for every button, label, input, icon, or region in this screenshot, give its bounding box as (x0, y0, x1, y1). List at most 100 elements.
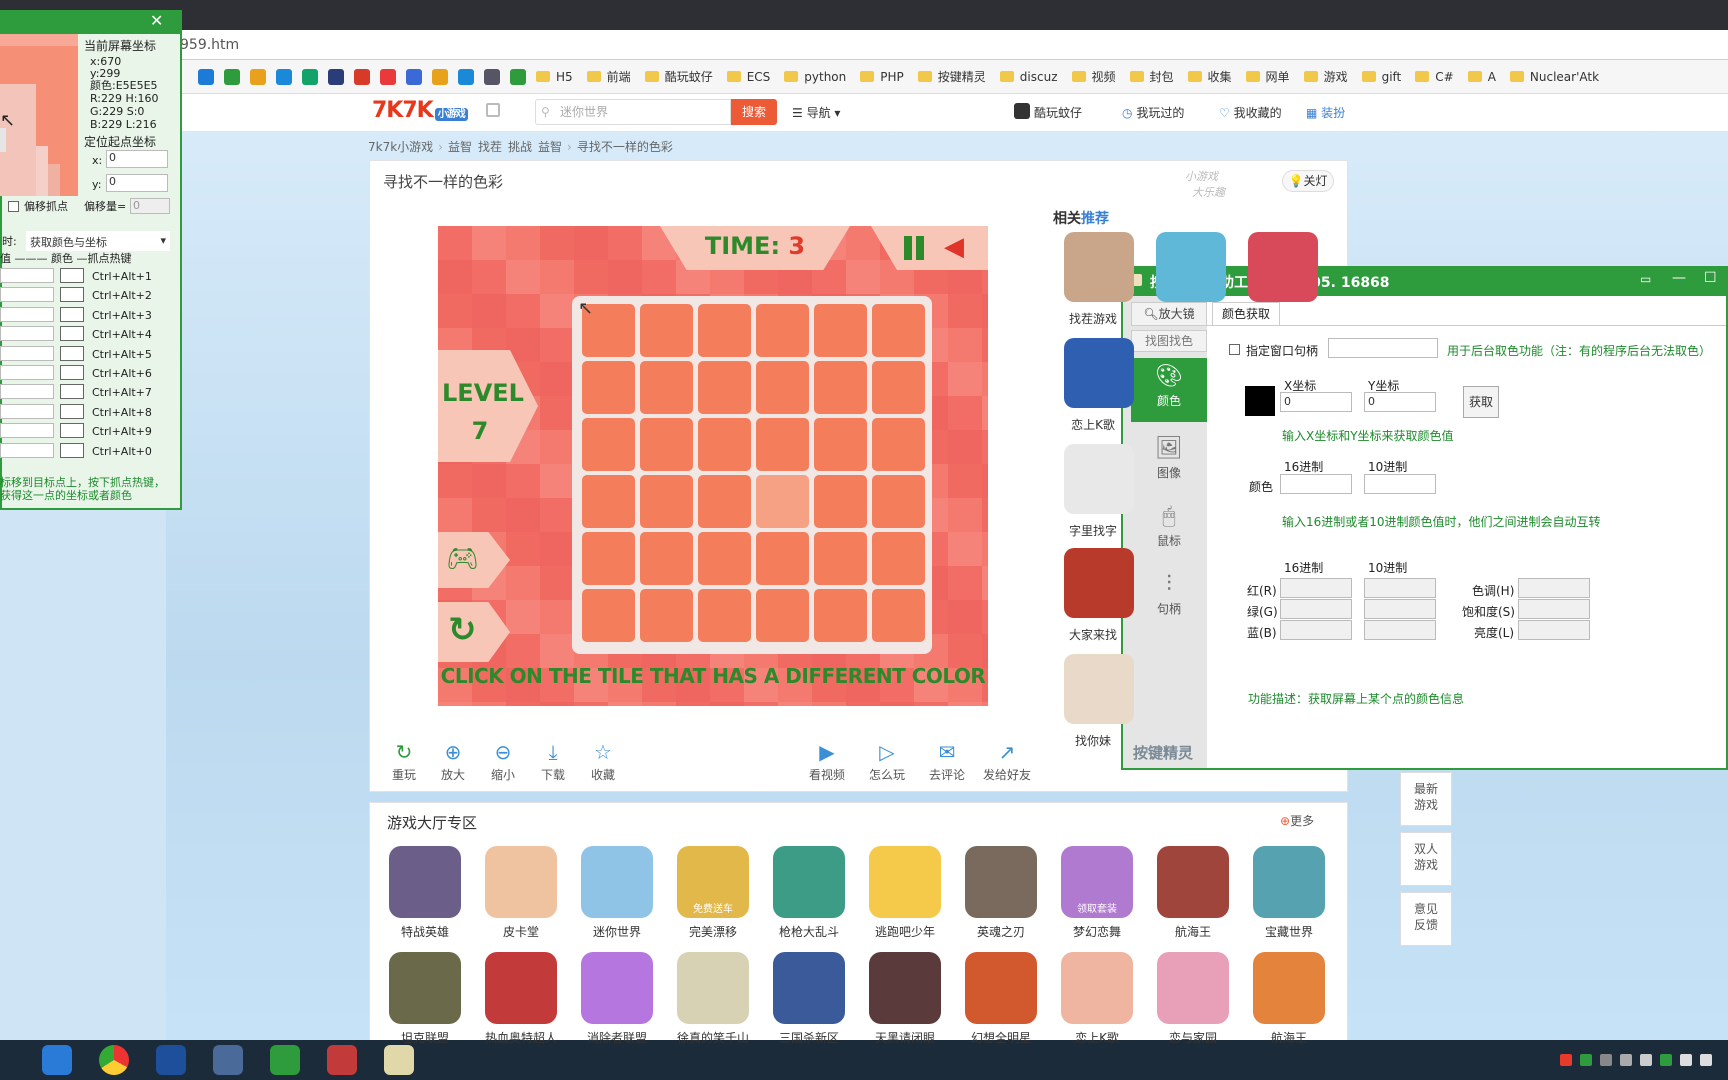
tray-icon[interactable] (1580, 1054, 1592, 1066)
taskbar-app[interactable] (34, 1042, 80, 1078)
tray-icon[interactable] (1660, 1054, 1672, 1066)
side-float-button[interactable]: 双人游戏 (1400, 832, 1452, 886)
taskbar-app[interactable] (91, 1042, 137, 1078)
bookmark-item[interactable]: 网单 (1245, 68, 1290, 85)
hall-game[interactable]: 天黑请闭眼 (865, 952, 945, 1046)
nav-menu[interactable]: ☰ 导航 ▾ (792, 104, 840, 121)
bookmark-item[interactable]: 前端 (586, 68, 631, 85)
recommend-label[interactable]: 字里找字 (1058, 522, 1128, 539)
played-link[interactable]: ◷ 我玩过的 (1122, 104, 1184, 121)
replay-button[interactable]: ↻ 重玩 (379, 740, 429, 783)
tab-magnifier[interactable]: 🔍︎放大镜 (1131, 302, 1207, 326)
pause-icon[interactable] (904, 236, 912, 260)
hex-color-input[interactable] (1280, 474, 1352, 494)
favorites-link[interactable]: ♡ 我收藏的 (1219, 104, 1282, 121)
taskbar-app[interactable] (262, 1042, 308, 1078)
bookmark-favicon-icon[interactable] (198, 68, 214, 85)
bookmark-favicon-icon[interactable] (328, 68, 344, 85)
color-tile[interactable] (698, 361, 751, 414)
bookmark-item[interactable]: 酷玩蚊仔 (644, 68, 713, 85)
color-tile[interactable] (640, 532, 693, 585)
color-tile[interactable] (582, 589, 635, 642)
x-input[interactable]: 0 (1280, 392, 1352, 412)
hotkey-value-input[interactable] (0, 423, 54, 439)
color-tile[interactable] (698, 304, 751, 357)
bookmark-item[interactable]: ECS (726, 70, 770, 84)
color-tile[interactable] (582, 532, 635, 585)
hall-game[interactable]: 逃跑吧少年 (865, 846, 945, 940)
hall-game[interactable]: 恋与家园 (1153, 952, 1233, 1046)
bookmark-favicon-icon[interactable] (484, 68, 500, 85)
bookmark-item[interactable]: Nuclear'Atk (1509, 70, 1599, 84)
lights-off-button[interactable]: 💡关灯 (1282, 170, 1334, 192)
side-float-button[interactable]: 最新游戏 (1400, 772, 1452, 826)
how-to-play-button[interactable]: ▷ 怎么玩 (862, 740, 912, 783)
hotkey-value-input[interactable] (0, 384, 54, 400)
bookmark-favicon-icon[interactable] (354, 68, 370, 85)
hall-game[interactable]: 三国杀新区 (769, 952, 849, 1046)
taskbar-app[interactable] (148, 1042, 194, 1078)
bookmark-item[interactable]: discuz (999, 70, 1058, 84)
tray-icon[interactable] (1700, 1054, 1712, 1066)
window-handle-input[interactable] (1328, 338, 1438, 358)
hotkey-value-input[interactable] (0, 442, 54, 458)
hotkey-value-input[interactable] (0, 326, 54, 342)
gamepad-icon[interactable]: 🎮︎ (446, 544, 479, 574)
dec-color-input[interactable] (1364, 474, 1436, 494)
comment-button[interactable]: ✉ 去评论 (922, 740, 972, 783)
tray-icon[interactable] (1600, 1054, 1612, 1066)
breadcrumb-item[interactable]: 找茬 (478, 138, 502, 155)
color-tile[interactable] (698, 418, 751, 471)
bookmark-item[interactable]: 收集 (1187, 68, 1232, 85)
hotkey-value-input[interactable] (0, 306, 54, 322)
color-tile[interactable] (814, 304, 867, 357)
y-input[interactable]: 0 (1364, 392, 1436, 412)
color-tile[interactable] (872, 361, 925, 414)
color-tile[interactable] (872, 475, 925, 528)
hall-game[interactable]: 恋上K歌 (1057, 952, 1137, 1046)
search-button[interactable]: 搜索 (731, 99, 777, 125)
hotkey-value-input[interactable] (0, 287, 54, 303)
breadcrumb-item[interactable]: 寻找不一样的色彩 (577, 138, 673, 155)
odd-tile[interactable] (756, 475, 809, 528)
color-tile[interactable] (814, 532, 867, 585)
tray-icon[interactable] (1620, 1054, 1632, 1066)
watch-video-button[interactable]: ▶ 看视频 (802, 740, 852, 783)
color-tile[interactable] (640, 418, 693, 471)
hall-game[interactable]: 消除者联盟 (577, 952, 657, 1046)
hall-game[interactable]: 特战英雄 (385, 846, 465, 940)
share-button[interactable]: ↗ 发给好友 (982, 740, 1032, 783)
home-icon[interactable] (486, 103, 500, 117)
color-tile[interactable] (582, 418, 635, 471)
restart-icon[interactable]: ↻ (448, 610, 477, 650)
bookmark-item[interactable]: 游戏 (1303, 68, 1348, 85)
color-tile[interactable] (756, 589, 809, 642)
recommend-thumb[interactable] (1064, 232, 1134, 302)
bookmark-item[interactable]: PHP (860, 70, 904, 84)
bookmark-item[interactable]: 按键精灵 (917, 68, 986, 85)
hotkey-value-input[interactable] (0, 403, 54, 419)
offset-checkbox[interactable] (8, 201, 19, 212)
color-tile[interactable] (582, 361, 635, 414)
color-tile[interactable] (814, 418, 867, 471)
nav-handle[interactable]: ⫶ 句柄 (1131, 566, 1207, 630)
zoom-out-button[interactable]: ⊖ 缩小 (478, 740, 528, 783)
bookmark-favicon-icon[interactable] (302, 68, 318, 85)
breadcrumb-item[interactable]: 挑战 (508, 138, 532, 155)
avatar[interactable] (1014, 103, 1030, 119)
hotkey-value-input[interactable] (0, 345, 54, 361)
hall-game[interactable]: 热血奥特超人 (481, 952, 561, 1046)
color-tile[interactable] (756, 418, 809, 471)
recommend-thumb[interactable] (1156, 232, 1226, 302)
color-tile[interactable] (814, 475, 867, 528)
hall-game[interactable]: 枪枪大乱斗 (769, 846, 849, 940)
anchor-x-input[interactable]: 0 (106, 150, 168, 168)
bookmark-item[interactable]: gift (1361, 70, 1401, 84)
bookmark-favicon-icon[interactable] (432, 68, 448, 85)
color-tile[interactable] (872, 532, 925, 585)
bookmark-item[interactable]: 封包 (1129, 68, 1174, 85)
color-tile[interactable] (640, 361, 693, 414)
recommend-thumb[interactable] (1248, 232, 1318, 302)
color-tile[interactable] (640, 589, 693, 642)
tab-find-image[interactable]: 找图找色 (1131, 330, 1207, 352)
